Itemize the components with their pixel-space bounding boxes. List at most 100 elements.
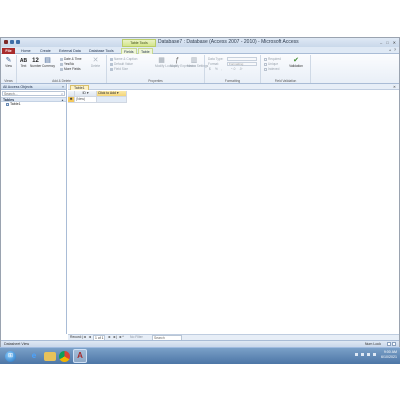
yes-no-button[interactable]: Yes/No [60, 62, 74, 66]
access-taskbar-icon[interactable]: A [73, 349, 87, 363]
default-value-icon [110, 62, 113, 66]
volume-icon[interactable] [373, 353, 376, 356]
currency-format-button[interactable]: $ [209, 67, 211, 71]
add-delete-group: AB Text 12 Number ▤ Currency Date & Time… [17, 55, 107, 83]
navigation-pane: All Access Objects « Search... ⌕ Tables … [1, 84, 67, 334]
currency-field-button[interactable]: ▤ Currency [42, 57, 55, 69]
data-type-label: Data Type: [208, 57, 224, 61]
minimize-button[interactable]: – [380, 40, 382, 45]
more-fields-icon [60, 67, 63, 71]
percent-format-button[interactable]: % [215, 67, 218, 71]
comma-format-button[interactable]: , [221, 67, 222, 71]
tray-arrow-icon[interactable] [355, 353, 358, 356]
minimize-ribbon-icon[interactable]: ▵ [389, 48, 391, 52]
datasheet-grid: ID ▾ Click to Add ▾ ✱ (New) [68, 91, 127, 103]
validation-button[interactable]: ✔ Validation [289, 57, 303, 69]
chrome-icon[interactable] [59, 351, 70, 362]
number-field-button[interactable]: 12 Number [30, 57, 41, 69]
delete-field-button[interactable]: ✕ Delete [90, 57, 101, 69]
nav-search-placeholder: Search... [4, 92, 18, 96]
add-column-dropdown-icon[interactable]: ▾ [116, 91, 119, 95]
document-area: Table1 ✕ ID ▾ Click to Add ▾ ✱ (New) [68, 84, 399, 334]
unique-checkbox[interactable]: Unique [264, 62, 278, 66]
window-title: Database7 : Database (Access 2007 - 2010… [158, 39, 299, 45]
new-record-add-cell[interactable] [97, 97, 127, 103]
data-type-select[interactable] [227, 57, 257, 61]
format-label: Format: [208, 62, 219, 66]
name-caption-icon [110, 57, 113, 61]
new-record-id-cell[interactable]: (New) [75, 97, 97, 103]
network-icon[interactable] [367, 353, 370, 356]
system-tray [355, 353, 376, 356]
save-icon[interactable] [10, 40, 14, 44]
nav-item-label: Table1 [10, 102, 21, 106]
indexed-checkbox[interactable]: Indexed [264, 67, 279, 71]
field-validation-group: Required Unique Indexed ✔ Validation Fie… [261, 55, 311, 83]
maximize-button[interactable]: □ [386, 40, 388, 45]
close-document-icon[interactable]: ✕ [393, 84, 396, 90]
nav-group-label: Tables [3, 98, 15, 102]
name-caption-button[interactable]: Name & Caption [110, 57, 137, 61]
close-button[interactable]: ✕ [393, 40, 396, 45]
document-tab-table1[interactable]: Table1 [70, 85, 89, 90]
modify-lookups-button[interactable]: ▦ Modify Lookups [155, 57, 177, 69]
field-validation-group-label: Field Validation [274, 79, 297, 83]
memo-settings-button[interactable]: ▥ Memo Settings [187, 57, 208, 69]
add-delete-group-label: Add & Delete [52, 79, 71, 83]
decimal-increase-icon[interactable]: ⁺.0 [231, 67, 235, 71]
taskbar-clock[interactable]: 9:00 AM 6/10/2021 [381, 350, 397, 360]
modify-expression-button[interactable]: ƒ Modify Expression [170, 57, 196, 69]
format-select[interactable]: Formatting [227, 62, 257, 66]
design-view-icon[interactable] [392, 342, 396, 346]
nav-item-table1[interactable]: Table1 [1, 102, 66, 107]
document-tab-label: Table1 [74, 86, 85, 90]
more-fields-button[interactable]: More Fields [60, 67, 81, 71]
nav-search-input[interactable]: Search... ⌕ [2, 91, 65, 96]
nav-group-tables[interactable]: Tables ▲ [1, 97, 66, 102]
decimal-decrease-icon[interactable]: .0⁻ [239, 67, 243, 71]
ribbon-controls: ▵ ? [389, 48, 396, 52]
table-icon [6, 102, 9, 106]
file-explorer-icon[interactable] [44, 352, 56, 361]
default-value-button[interactable]: Default Value [110, 62, 133, 66]
nav-pane-title: All Access Objects [3, 85, 33, 89]
view-switcher [387, 342, 396, 346]
nav-pane-header[interactable]: All Access Objects « [1, 84, 66, 90]
indexed-checkbox-box [264, 67, 267, 71]
ribbon: ✎ View Views AB Text 12 Number ▤ Currenc… [1, 54, 399, 84]
properties-group-label: Properties [148, 79, 163, 83]
access-window: Table Tools Database7 : Database (Access… [0, 37, 400, 347]
formatting-group-label: Formatting [224, 79, 241, 83]
view-button[interactable]: ✎ View [3, 57, 14, 69]
start-button[interactable]: ⊞ [5, 351, 16, 362]
views-group: ✎ View Views [1, 55, 17, 83]
formatting-group: Data Type: Format: Formatting $ % , ⁺.0 … [205, 55, 261, 83]
internet-explorer-icon[interactable]: e [28, 350, 40, 362]
datasheet-view-icon[interactable] [387, 342, 391, 346]
required-checkbox[interactable]: Required [264, 57, 281, 61]
help-icon[interactable]: ? [394, 48, 396, 52]
search-icon[interactable]: ⌕ [61, 92, 63, 96]
title-bar: Table Tools Database7 : Database (Access… [1, 38, 399, 47]
chevron-up-icon[interactable]: ▲ [61, 98, 64, 102]
field-size-label[interactable]: Field Size [110, 67, 128, 71]
calendar-icon [60, 57, 63, 61]
date-time-button[interactable]: Date & Time [60, 57, 82, 61]
properties-group: Name & Caption Default Value Field Size … [107, 55, 208, 83]
views-group-label: Views [4, 79, 13, 83]
collapse-pane-icon[interactable]: « [62, 84, 64, 90]
access-logo-icon[interactable] [4, 40, 8, 44]
required-checkbox-box [264, 57, 267, 61]
undo-icon[interactable] [16, 40, 20, 44]
table-row: ✱ (New) [68, 97, 127, 103]
sort-dropdown-icon[interactable]: ▾ [86, 91, 89, 95]
unique-checkbox-box [264, 62, 267, 66]
text-field-button[interactable]: AB Text [18, 57, 29, 69]
new-record-selector[interactable]: ✱ [68, 97, 75, 103]
document-tab-bar: Table1 ✕ [68, 84, 399, 90]
table-tools-context-header: Table Tools [122, 39, 156, 47]
clock-date: 6/10/2021 [381, 355, 397, 359]
checkbox-icon [60, 62, 63, 66]
flag-icon[interactable] [361, 353, 364, 356]
status-bar: Datasheet View Num Lock [1, 340, 399, 347]
